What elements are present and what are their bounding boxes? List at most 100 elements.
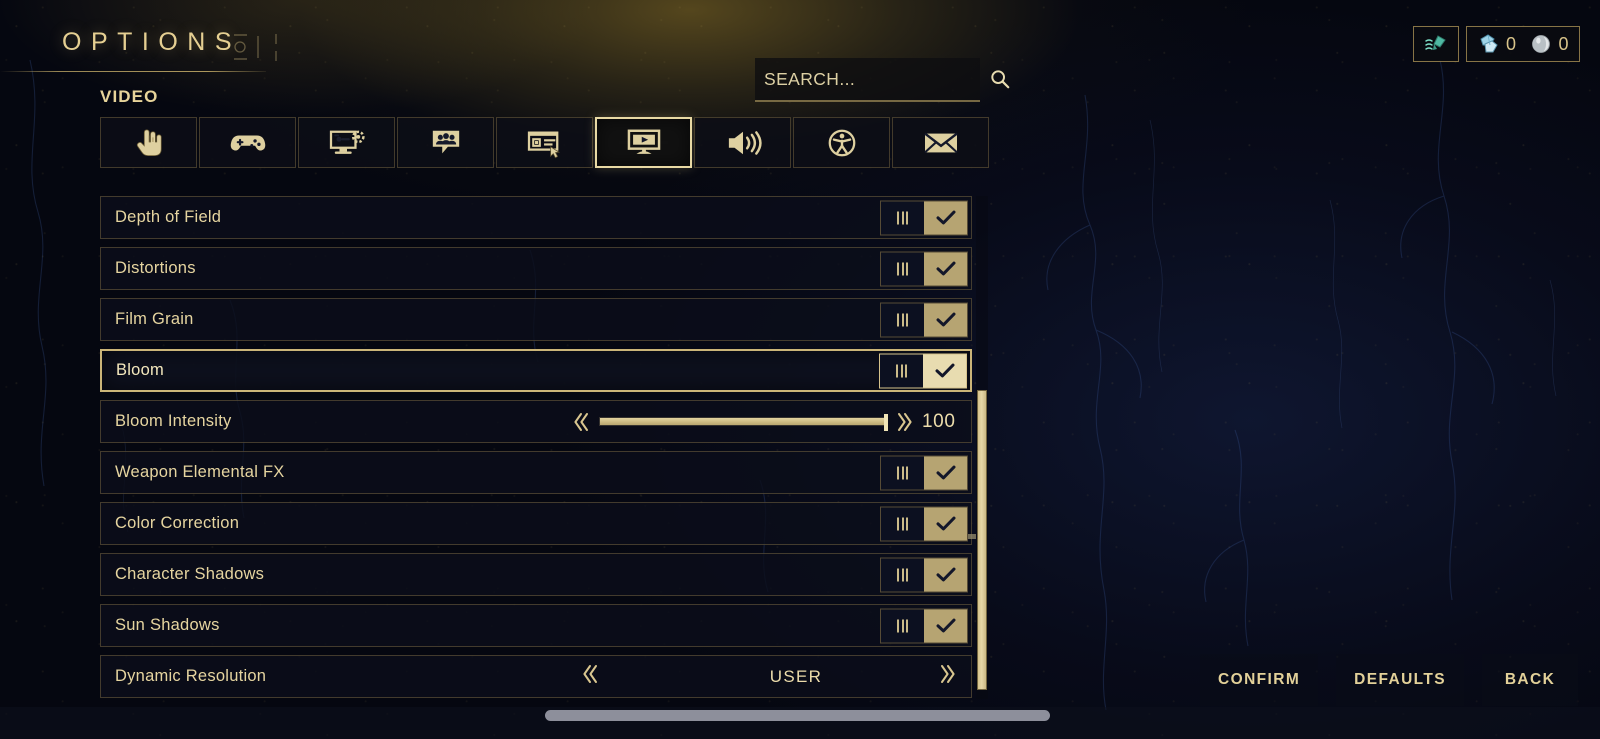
slider-increase-arrow[interactable] — [895, 411, 914, 433]
tab-gameplay[interactable] — [298, 117, 395, 168]
toggle-off-option[interactable] — [881, 507, 924, 540]
search-input[interactable] — [764, 68, 989, 90]
pause-bars-icon — [897, 517, 908, 530]
search-icon[interactable] — [989, 68, 1011, 90]
toggle-on-option[interactable] — [924, 303, 967, 336]
pause-bars-icon — [897, 211, 908, 224]
cycler-next-arrow[interactable] — [938, 663, 957, 685]
title-divider — [0, 71, 266, 72]
setting-row[interactable]: Film Grain — [100, 298, 972, 341]
tab-hud[interactable] — [496, 117, 593, 168]
setting-toggle[interactable] — [880, 302, 968, 337]
toggle-off-option[interactable] — [880, 354, 923, 387]
setting-row[interactable]: Weapon Elemental FX — [100, 451, 972, 494]
boost-pack-icon — [1425, 35, 1446, 50]
cycler-previous-arrow[interactable] — [581, 663, 600, 685]
toggle-on-option[interactable] — [923, 354, 966, 387]
checkmark-icon — [935, 363, 954, 378]
footer-buttons: CONFIRM DEFAULTS BACK — [1200, 654, 1578, 706]
toggle-on-option[interactable] — [924, 201, 967, 234]
pause-bars-icon — [897, 568, 908, 581]
category-title: VIDEO — [100, 87, 159, 106]
toggle-off-option[interactable] — [881, 201, 924, 234]
setting-label: Distortions — [115, 259, 196, 277]
setting-toggle[interactable] — [880, 608, 968, 643]
currency-hud: 0 0 — [1412, 26, 1580, 62]
social-chat-icon — [425, 127, 467, 159]
accessibility-icon — [821, 127, 863, 159]
setting-toggle[interactable] — [880, 200, 968, 235]
pause-bars-icon — [897, 619, 908, 632]
toggle-on-option[interactable] — [924, 558, 967, 591]
crystal-shard-icon — [1480, 34, 1498, 53]
toggle-off-option[interactable] — [881, 252, 924, 285]
setting-row[interactable]: Character Shadows — [100, 553, 972, 596]
toggle-on-option[interactable] — [924, 456, 967, 489]
checkmark-icon — [936, 261, 955, 276]
setting-slider-group[interactable]: 100 — [572, 411, 968, 433]
tab-mail[interactable] — [892, 117, 989, 168]
tab-video[interactable] — [595, 117, 692, 168]
setting-toggle[interactable] — [880, 557, 968, 592]
setting-toggle[interactable] — [880, 455, 968, 490]
settings-tabs — [100, 117, 989, 168]
tab-social[interactable] — [397, 117, 494, 168]
setting-row[interactable]: Color Correction — [100, 502, 972, 545]
slider-knob[interactable] — [884, 414, 888, 431]
pause-bars-icon — [896, 364, 907, 377]
ornament-deco-icon — [234, 34, 277, 61]
toggle-on-option[interactable] — [924, 252, 967, 285]
vertical-scrollbar-grip — [968, 534, 976, 539]
setting-row[interactable]: Dynamic Resolution USER — [100, 655, 972, 698]
setting-toggle[interactable] — [879, 353, 967, 388]
setting-label: Weapon Elemental FX — [115, 463, 285, 481]
options-screen: OPTIONS VIDEO SEARCH... 0 0 Depth of Fie… — [0, 0, 1600, 739]
back-button[interactable]: BACK — [1482, 654, 1578, 706]
slider-decrease-arrow[interactable] — [572, 411, 591, 433]
vertical-scrollbar-thumb[interactable] — [977, 390, 987, 690]
setting-row[interactable]: Bloom Intensity 100 — [100, 400, 972, 443]
confirm-button[interactable]: CONFIRM — [1200, 654, 1319, 706]
checkmark-icon — [936, 516, 955, 531]
pause-bars-icon — [897, 313, 908, 326]
horizontal-scrollbar-thumb[interactable] — [545, 710, 1050, 721]
silver-orb-icon — [1532, 35, 1551, 53]
pause-bars-icon — [897, 262, 908, 275]
setting-row[interactable]: Depth of Field — [100, 196, 972, 239]
slider-track[interactable] — [599, 414, 888, 431]
checkmark-icon — [936, 567, 955, 582]
setting-label: Depth of Field — [115, 208, 222, 226]
setting-row[interactable]: Sun Shadows — [100, 604, 972, 647]
checkmark-icon — [936, 210, 955, 225]
tab-audio[interactable] — [694, 117, 791, 168]
currency-box[interactable]: 0 0 — [1465, 26, 1580, 62]
slider-value: 100 — [922, 410, 956, 432]
search-box[interactable] — [755, 58, 1010, 102]
monitor-gear-icon — [326, 127, 368, 159]
tab-accessibility[interactable] — [793, 117, 890, 168]
toggle-on-option[interactable] — [924, 507, 967, 540]
currency-value-crystal: 0 — [1505, 33, 1517, 54]
setting-row[interactable]: Distortions — [100, 247, 972, 290]
setting-label: Sun Shadows — [115, 616, 220, 634]
defaults-button[interactable]: DEFAULTS — [1336, 654, 1464, 706]
envelope-icon — [920, 127, 962, 159]
setting-label: Character Shadows — [115, 565, 265, 583]
checkmark-icon — [936, 465, 955, 480]
toggle-off-option[interactable] — [881, 558, 924, 591]
checkmark-icon — [936, 618, 955, 633]
speaker-icon — [722, 127, 764, 159]
setting-label: Bloom — [116, 361, 165, 379]
setting-toggle[interactable] — [880, 506, 968, 541]
pause-bars-icon — [897, 466, 908, 479]
tab-interface[interactable] — [100, 117, 197, 168]
tab-controls[interactable] — [199, 117, 296, 168]
settings-list: Depth of Field Distortions Film Grain Bloom… — [100, 196, 972, 699]
setting-toggle[interactable] — [880, 251, 968, 286]
boost-box[interactable] — [1412, 26, 1459, 62]
toggle-off-option[interactable] — [881, 609, 924, 642]
toggle-off-option[interactable] — [881, 303, 924, 336]
toggle-on-option[interactable] — [924, 609, 967, 642]
toggle-off-option[interactable] — [881, 456, 924, 489]
setting-row[interactable]: Bloom — [100, 349, 972, 392]
